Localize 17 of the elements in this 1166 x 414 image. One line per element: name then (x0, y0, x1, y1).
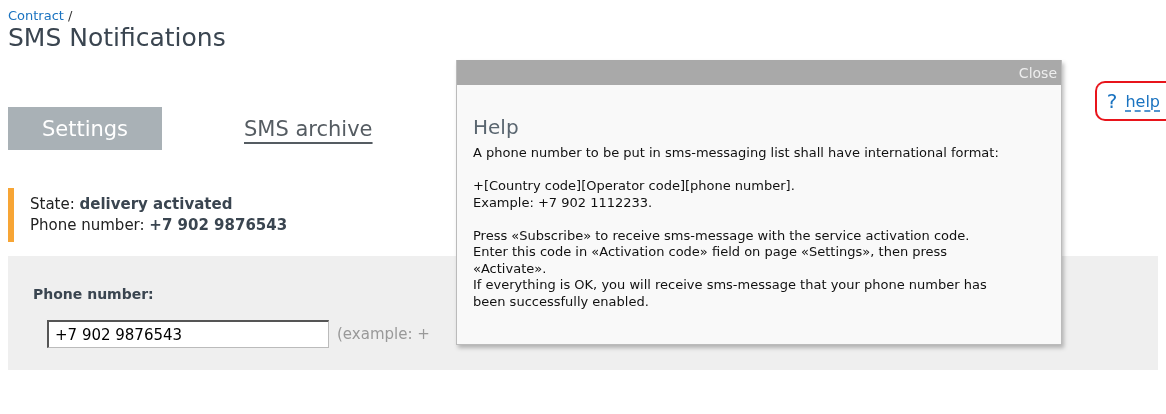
page-title: SMS Notifications (8, 23, 226, 52)
help-icon[interactable]: ? (1106, 89, 1118, 113)
tab[interactable]: SMS archive (244, 116, 373, 141)
popup-title: Help (473, 115, 520, 139)
phone-number-field[interactable]: +7 902 9876543 (47, 320, 329, 348)
help-text: +[Country code][Operator code][phone number]. (473, 178, 796, 195)
state-text: State: delivery activated (30, 194, 233, 215)
example-hint: (example: + (337, 325, 430, 343)
phone-number-text: Phone number: +7 902 9876543 (30, 215, 288, 236)
help-text: If everything is OK, you will receive sms-message that your phone number has been successfully enabled. (473, 277, 988, 310)
help-text: A phone number to be put in sms-messaging list shall have international format: (473, 145, 1000, 162)
field-label: Phone number: (33, 286, 154, 302)
help-text: Press «Subscribe» to receive sms-message with the service activation code. Enter this code in «Activation code» field on page «Settings», then press «Activate». (473, 227, 971, 277)
help-text: Example: +7 902 1112233. (473, 194, 654, 211)
breadcrumb-link[interactable]: Contract (8, 8, 64, 23)
help-link[interactable]: help (1125, 91, 1160, 111)
breadcrumb-separator: / (67, 8, 73, 23)
